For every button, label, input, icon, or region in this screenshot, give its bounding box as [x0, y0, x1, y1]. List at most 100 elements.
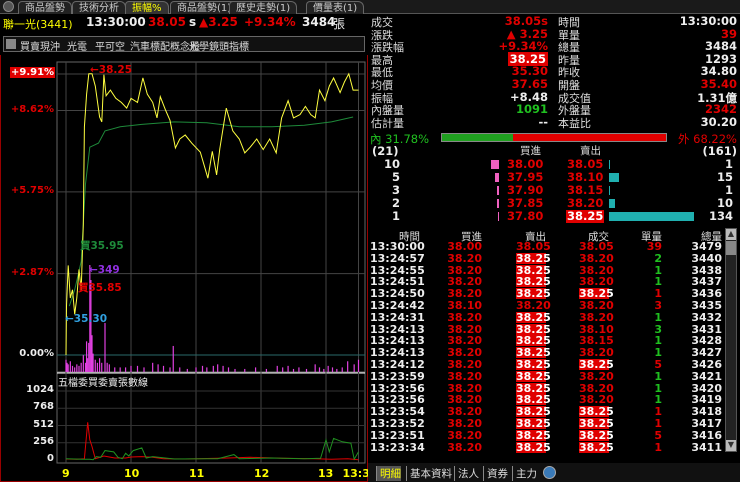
trade-volume: 3420	[691, 381, 722, 395]
trade-price: 38.10	[579, 322, 614, 336]
trade-row[interactable]: 13:23:56 38.20 38.25 38.20 1 3420	[370, 381, 724, 395]
x-tick-label: 13	[318, 467, 334, 480]
trade-list-scrollbar[interactable]: ▲ ▼	[725, 228, 737, 452]
trade-row[interactable]: 13:23:52 38.20 38.25 38.25 1 3417	[370, 418, 724, 429]
trade-qty: 2	[654, 251, 662, 265]
trade-row[interactable]: 13:24:12 38.20 38.25 38.25 5 3426	[370, 359, 724, 370]
trade-row[interactable]: 13:24:51 38.20 38.25 38.20 1 3437	[370, 275, 724, 289]
trade-time: 13:24:12	[370, 358, 425, 371]
lower-y-tick-label: 0	[47, 453, 54, 464]
trade-row[interactable]: 13:24:55 38.20 38.25 38.20 1 3438	[370, 263, 724, 277]
refresh-icon[interactable]	[543, 466, 556, 479]
scroll-up-icon[interactable]: ▲	[726, 229, 736, 240]
trade-row[interactable]: 13:24:13 38.20 38.25 38.10 3 3431	[370, 322, 724, 336]
y-tick-label: +8.62%	[10, 103, 54, 115]
trade-volume: 3436	[691, 287, 722, 301]
trade-ask: 38.25	[516, 358, 551, 371]
scroll-thumb[interactable]	[726, 241, 736, 255]
trade-price: 38.25	[579, 440, 614, 454]
lower-y-tick-label: 768	[33, 401, 54, 413]
bid-qty-bar	[496, 186, 499, 195]
trade-row[interactable]: 13:24:13 38.20 38.25 38.20 1 3427	[370, 346, 724, 360]
trade-ask: 38.25	[516, 440, 551, 454]
bid-qty: 1	[391, 209, 400, 223]
trade-bid: 38.20	[447, 287, 482, 301]
trade-ask: 38.25	[516, 310, 551, 324]
trade-ask: 38.25	[516, 275, 551, 289]
trade-ask: 38.25	[516, 381, 551, 395]
trade-volume: 3435	[691, 299, 722, 312]
trade-ask: 38.25	[516, 405, 551, 419]
trade-time: 13:24:42	[370, 299, 425, 312]
trade-row[interactable]: 13:24:50 38.20 38.25 38.25 1 3436	[370, 287, 724, 301]
trade-row[interactable]: 13:23:56 38.20 38.25 38.20 1 3419	[370, 393, 724, 407]
bottom-tab-4[interactable]: 主力	[512, 466, 537, 481]
trade-time: 13:23:51	[370, 428, 425, 442]
bid-price[interactable]: 37.80	[507, 210, 543, 223]
ask-price[interactable]: 38.25	[566, 210, 605, 223]
x-tick-label: 12	[254, 467, 270, 480]
x-tick-label: 9	[62, 467, 70, 480]
trade-row[interactable]: 13:23:59 38.20 38.25 38.20 1 3421	[370, 369, 724, 383]
annotation-avg-open: 買35.95	[80, 240, 124, 252]
scroll-down-icon[interactable]: ▼	[726, 440, 736, 451]
trade-volume: 3431	[691, 322, 722, 336]
trade-volume: 3440	[691, 251, 722, 265]
trade-time: 13:24:50	[370, 287, 425, 301]
bottom-tab-3[interactable]: 資券	[483, 466, 508, 481]
trade-time: 13:24:57	[370, 251, 425, 265]
stat-label: 本益比	[558, 116, 591, 130]
trade-ask: 38.05	[516, 240, 551, 253]
inner-outer-ratio-bar	[441, 133, 667, 142]
trade-bid: 38.20	[447, 322, 482, 336]
trade-volume: 3428	[691, 334, 722, 348]
upper-plot-frame	[56, 61, 366, 373]
intraday-chart[interactable]	[0, 0, 368, 482]
bid-qty-bar	[491, 160, 499, 169]
trade-ask: 38.25	[516, 263, 551, 277]
trade-volume: 3411	[691, 440, 722, 454]
trade-price: 38.20	[579, 381, 614, 395]
trade-bid: 38.20	[447, 275, 482, 289]
trade-time: 13:23:34	[370, 440, 425, 454]
trade-qty: 5	[654, 358, 662, 371]
lower-y-tick-label: 512	[33, 418, 54, 430]
trade-row[interactable]: 13:23:34 38.20 38.25 38.25 1 3411	[370, 440, 724, 454]
trade-price: 38.20	[579, 393, 614, 407]
trade-ask: 38.25	[516, 346, 551, 360]
trade-qty: 1	[654, 263, 662, 277]
lower-y-tick-label: 256	[33, 435, 54, 447]
trade-bid: 38.20	[447, 440, 482, 454]
bottom-tab-2[interactable]: 法人	[454, 466, 479, 481]
ask-volume-line	[65, 437, 359, 461]
trade-bid: 38.20	[447, 334, 482, 348]
bottom-tab-0[interactable]: 明細	[376, 466, 401, 481]
trade-ask: 38.25	[516, 287, 551, 301]
trade-bid: 38.20	[447, 393, 482, 407]
trade-volume: 3432	[691, 310, 722, 324]
trade-row[interactable]: 13:30:00 38.00 38.05 38.05 39 3479	[370, 241, 724, 252]
trade-bid: 38.20	[447, 369, 482, 383]
trade-price: 38.20	[579, 369, 614, 383]
trade-ask: 38.25	[516, 393, 551, 407]
trade-time: 13:24:31	[370, 310, 425, 324]
trade-volume: 3427	[691, 346, 722, 360]
bottom-tab-1[interactable]: 基本資料	[406, 466, 452, 481]
trade-qty: 1	[654, 310, 662, 324]
price-line	[65, 72, 359, 356]
trade-row[interactable]: 13:23:51 38.20 38.25 38.25 5 3416	[370, 428, 724, 442]
trade-row[interactable]: 13:24:57 38.20 38.25 38.20 2 3440	[370, 251, 724, 265]
bid-qty-bar	[495, 173, 499, 182]
y-tick-label: +2.87%	[10, 266, 54, 278]
trade-row[interactable]: 13:24:13 38.20 38.25 38.15 1 3428	[370, 334, 724, 348]
trade-volume: 3437	[691, 275, 722, 289]
inner-volume-fill	[442, 134, 514, 141]
trade-row[interactable]: 13:24:31 38.20 38.25 38.20 1 3432	[370, 310, 724, 324]
trade-price: 38.25	[579, 405, 614, 419]
trade-row[interactable]: 13:24:42 38.10 38.20 38.20 3 3435	[370, 300, 724, 311]
trade-row[interactable]: 13:23:54 38.20 38.25 38.25 1 3418	[370, 405, 724, 419]
trade-time: 13:24:13	[370, 322, 425, 336]
trade-bid: 38.20	[447, 381, 482, 395]
trade-qty: 1	[654, 393, 662, 407]
trade-volume: 3438	[691, 263, 722, 277]
